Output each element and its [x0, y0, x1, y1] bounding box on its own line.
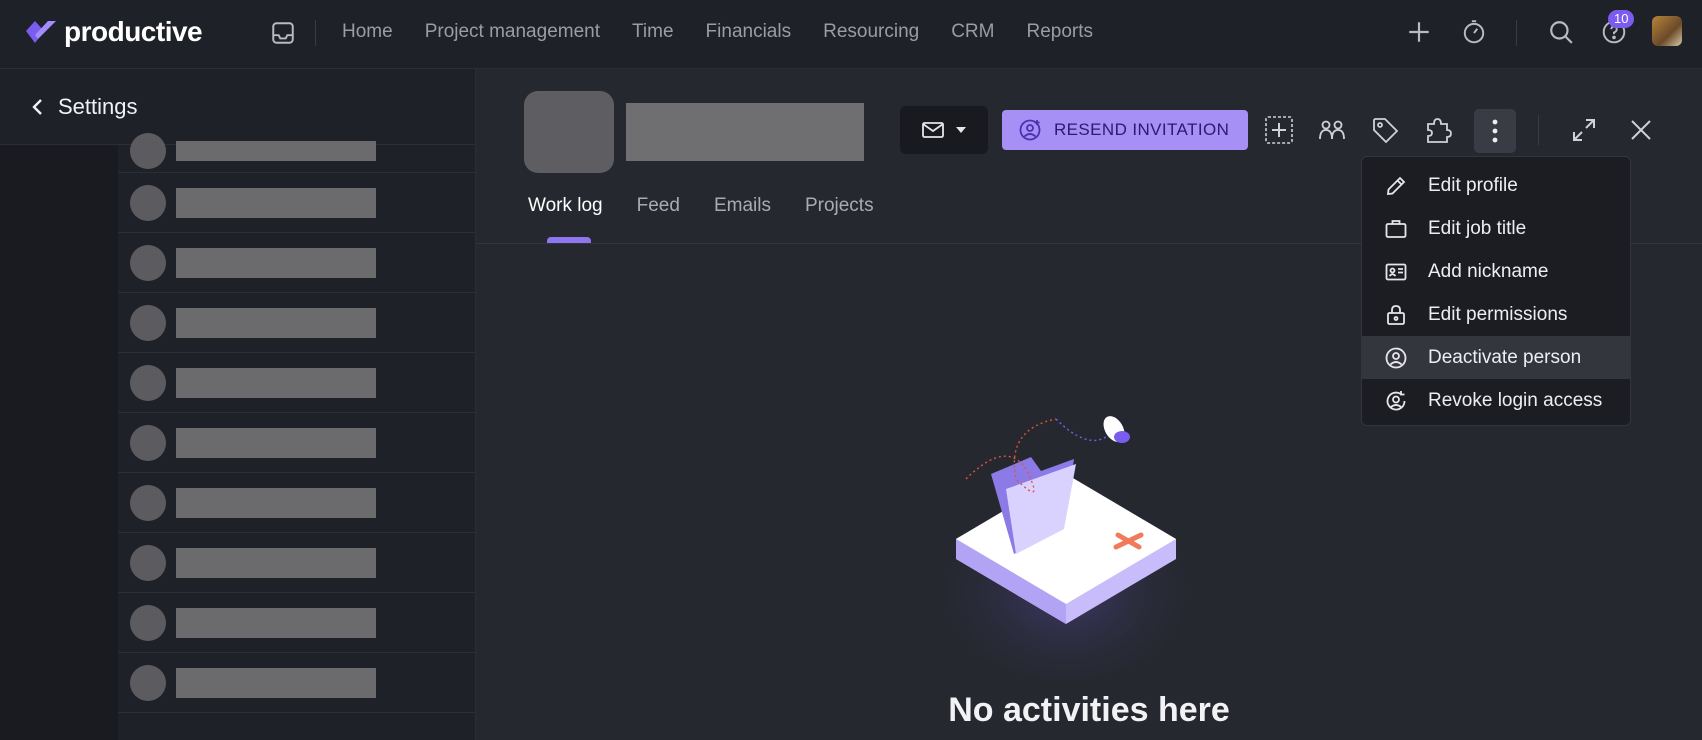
- productive-logo-icon: [26, 21, 56, 43]
- list-item[interactable]: [118, 173, 476, 233]
- redacted-name: [176, 607, 376, 638]
- sidebar-strip: [0, 145, 118, 740]
- menu-label: Edit profile: [1428, 174, 1518, 196]
- nav-project-management[interactable]: Project management: [425, 21, 600, 43]
- more-options-button[interactable]: [1474, 109, 1516, 153]
- avatar: [130, 664, 166, 701]
- tab-emails[interactable]: Emails: [714, 195, 771, 217]
- avatar: [130, 364, 166, 401]
- profile-avatar[interactable]: [524, 91, 614, 173]
- settings-title: Settings: [58, 93, 138, 119]
- add-icon[interactable]: [1264, 115, 1294, 145]
- people-list: [118, 129, 476, 713]
- search-icon[interactable]: [1548, 19, 1574, 45]
- list-item[interactable]: [118, 129, 476, 173]
- divider: [1538, 115, 1539, 145]
- menu-label: Revoke login access: [1428, 389, 1603, 411]
- tab-projects[interactable]: Projects: [805, 195, 874, 217]
- resend-invitation-button[interactable]: RESEND INVITATION: [1002, 110, 1248, 150]
- menu-label: Deactivate person: [1428, 346, 1582, 368]
- redacted-name: [176, 140, 376, 161]
- puzzle-icon[interactable]: [1423, 115, 1453, 145]
- user-plus-icon: [1019, 119, 1041, 141]
- redacted-name: [176, 307, 376, 338]
- list-item[interactable]: [118, 413, 476, 473]
- menu-item-deactivate-person[interactable]: Deactivate person: [1362, 336, 1630, 379]
- briefcase-icon: [1385, 219, 1407, 238]
- redacted-name: [176, 487, 376, 518]
- list-item[interactable]: [118, 353, 476, 413]
- tab-work-log[interactable]: Work log: [528, 195, 603, 217]
- plus-icon[interactable]: [1406, 19, 1432, 45]
- tag-icon[interactable]: [1370, 115, 1400, 145]
- caret-down-icon: [956, 127, 966, 133]
- redacted-name: [176, 667, 376, 698]
- notification-badge: 10: [1608, 10, 1635, 28]
- menu-item-edit-job-title[interactable]: Edit job title: [1362, 207, 1630, 250]
- nav-reports[interactable]: Reports: [1026, 21, 1093, 43]
- menu-label: Edit permissions: [1428, 303, 1568, 325]
- email-dropdown-button[interactable]: [900, 106, 988, 154]
- profile-tabs: Work log Feed Emails Projects: [528, 195, 908, 217]
- empty-state-illustration: [946, 416, 1206, 679]
- avatar: [130, 304, 166, 341]
- inbox-icon[interactable]: [270, 20, 296, 46]
- team-icon[interactable]: [1317, 115, 1347, 145]
- nav-crm[interactable]: CRM: [951, 21, 994, 43]
- divider: [1516, 20, 1517, 46]
- avatar: [130, 484, 166, 521]
- user-circle-icon: [1385, 347, 1407, 368]
- menu-item-add-nickname[interactable]: Add nickname: [1362, 250, 1630, 293]
- tab-feed[interactable]: Feed: [637, 195, 680, 217]
- menu-item-edit-profile[interactable]: Edit profile: [1362, 164, 1630, 207]
- list-item[interactable]: [118, 653, 476, 713]
- avatar: [130, 604, 166, 641]
- timer-icon[interactable]: [1461, 19, 1487, 45]
- user-revoke-icon: [1386, 390, 1406, 410]
- settings-sidebar: Settings: [0, 69, 476, 740]
- list-item[interactable]: [118, 593, 476, 653]
- close-icon[interactable]: [1626, 115, 1656, 145]
- list-item[interactable]: [118, 533, 476, 593]
- avatar: [130, 544, 166, 581]
- expand-icon[interactable]: [1569, 115, 1599, 145]
- nav-financials[interactable]: Financials: [706, 21, 792, 43]
- menu-item-edit-permissions[interactable]: Edit permissions: [1362, 293, 1630, 336]
- lock-icon: [1387, 304, 1405, 325]
- main-nav: Home Project management Time Financials …: [326, 0, 1109, 64]
- menu-label: Edit job title: [1428, 217, 1527, 239]
- redacted-name: [176, 247, 376, 278]
- resend-invitation-label: RESEND INVITATION: [1054, 120, 1230, 139]
- redacted-name: [176, 547, 376, 578]
- redacted-name: [176, 187, 376, 218]
- nav-home[interactable]: Home: [342, 21, 393, 43]
- top-navigation-bar: productive Home Project management Time …: [0, 0, 1702, 69]
- list-item[interactable]: [118, 473, 476, 533]
- avatar: [130, 132, 166, 169]
- mail-icon: [922, 122, 944, 138]
- redacted-name: [176, 427, 376, 458]
- empty-state-message: No activities here: [948, 691, 1230, 729]
- id-card-icon: [1385, 263, 1407, 280]
- user-avatar[interactable]: [1652, 16, 1682, 46]
- nav-time[interactable]: Time: [632, 21, 674, 43]
- menu-label: Add nickname: [1428, 260, 1549, 282]
- redacted-profile-name: [626, 103, 864, 161]
- redacted-name: [176, 367, 376, 398]
- avatar: [130, 244, 166, 281]
- chevron-left-icon[interactable]: [30, 97, 46, 117]
- list-item[interactable]: [118, 293, 476, 353]
- divider: [315, 20, 316, 46]
- vertical-dots-icon: [1492, 119, 1498, 143]
- logo[interactable]: productive: [24, 16, 203, 48]
- avatar: [130, 184, 166, 221]
- menu-item-revoke-login-access[interactable]: Revoke login access: [1362, 379, 1630, 422]
- list-item[interactable]: [118, 233, 476, 293]
- brand-name: productive: [64, 16, 203, 47]
- pencil-icon: [1386, 176, 1406, 195]
- nav-resourcing[interactable]: Resourcing: [823, 21, 919, 43]
- more-options-menu: Edit profile Edit job title Add nickname…: [1361, 156, 1631, 426]
- avatar: [130, 424, 166, 461]
